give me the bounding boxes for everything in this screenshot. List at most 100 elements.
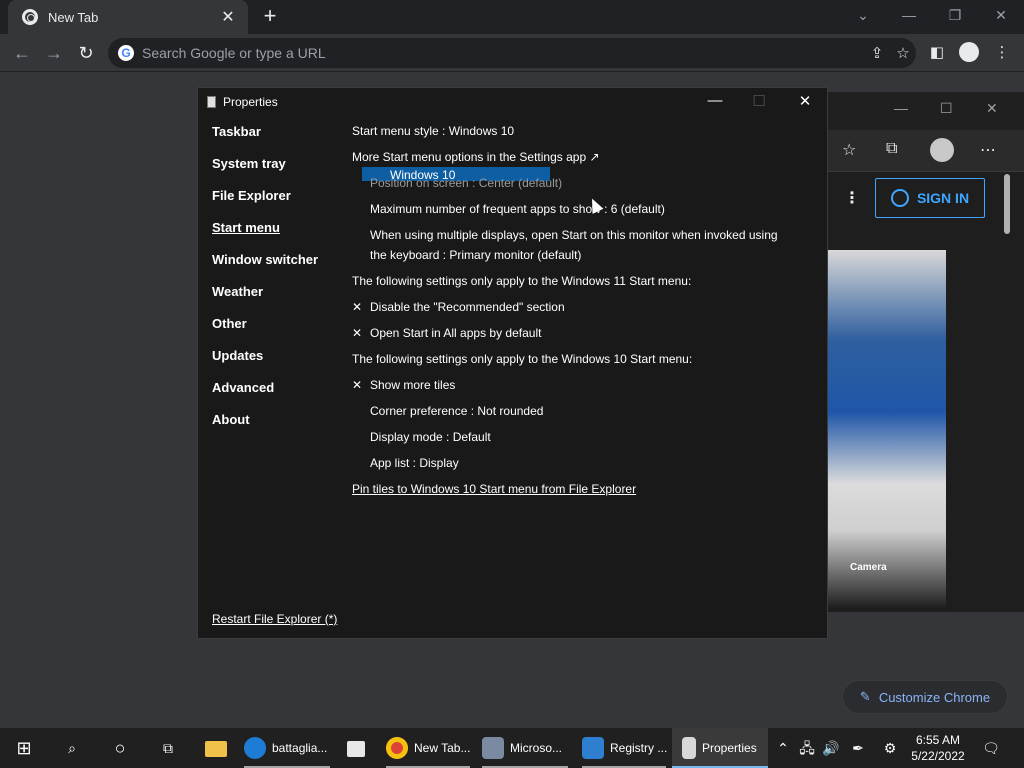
search-icon[interactable]: ⌕ bbox=[56, 728, 88, 768]
tab-new-tab[interactable]: New Tab ✕ bbox=[8, 0, 248, 34]
volume-icon[interactable]: 🔊 bbox=[820, 728, 842, 768]
google-icon: G bbox=[118, 45, 134, 61]
taskbar-clock[interactable]: 6:55 AM 5/22/2022 bbox=[908, 732, 968, 764]
sign-in-label: SIGN IN bbox=[916, 190, 970, 206]
reload-icon[interactable]: ↻ bbox=[73, 40, 99, 66]
nav-taskbar[interactable]: Taskbar bbox=[212, 124, 318, 156]
page-scrollbar[interactable] bbox=[1004, 174, 1010, 234]
favorites-icon[interactable]: ☆ bbox=[842, 140, 856, 160]
properties-app-icon bbox=[207, 96, 216, 108]
start-menu-style-option[interactable]: Start menu style : Windows 10 bbox=[352, 124, 514, 138]
action-center-icon[interactable]: 🗨 bbox=[978, 728, 1004, 768]
side-panel-icon[interactable]: ◧ bbox=[924, 40, 950, 66]
pen-workspace-icon[interactable]: ✒ bbox=[846, 728, 870, 768]
collections-icon[interactable]: ⧉ bbox=[886, 140, 897, 158]
dialog-maximize-icon: ☐ bbox=[752, 93, 766, 110]
microsoft-store-icon bbox=[482, 737, 504, 759]
edge-profile-icon[interactable] bbox=[930, 138, 954, 162]
dialog-close-icon[interactable]: ✕ bbox=[790, 92, 820, 110]
disable-recommended-option[interactable]: Disable the "Recommended" section bbox=[370, 300, 565, 314]
taskbar-item-microsoft-label: Microso... bbox=[510, 741, 563, 755]
task-view-icon[interactable]: ⧉ bbox=[152, 728, 184, 768]
new-tab-button[interactable]: + bbox=[258, 4, 282, 28]
clock-time: 6:55 AM bbox=[915, 733, 961, 747]
nav-about[interactable]: About bbox=[212, 412, 318, 444]
taskbar-item-edge[interactable]: battaglia... bbox=[244, 728, 334, 768]
multi-display-option-line2[interactable]: the keyboard : Primary monitor (default) bbox=[370, 248, 581, 262]
customize-chrome-button[interactable]: ✎ Customize Chrome bbox=[842, 680, 1008, 714]
app-list-option[interactable]: App list : Display bbox=[370, 456, 459, 470]
store-icon[interactable] bbox=[340, 728, 372, 768]
nav-file-explorer[interactable]: File Explorer bbox=[212, 188, 318, 220]
edge-maximize-icon[interactable]: ☐ bbox=[940, 100, 953, 117]
share-icon[interactable]: ⇪ bbox=[864, 44, 890, 62]
dialog-title: Properties bbox=[223, 95, 278, 109]
profile-avatar-icon[interactable] bbox=[959, 42, 979, 62]
bookmark-star-icon[interactable]: ☆ bbox=[890, 44, 916, 62]
settings-nav: Taskbar System tray File Explorer Start … bbox=[212, 124, 318, 444]
taskbar-item-registry[interactable]: Registry ... bbox=[582, 728, 668, 768]
nav-weather[interactable]: Weather bbox=[212, 284, 318, 316]
tab-close-icon[interactable]: ✕ bbox=[218, 7, 238, 27]
forward-icon[interactable]: → bbox=[41, 40, 67, 66]
chrome-icon bbox=[386, 737, 408, 759]
tab-strip: New Tab ✕ + ⌄ — ❐ ✕ bbox=[0, 0, 1024, 34]
clock-date: 5/22/2022 bbox=[911, 749, 965, 763]
show-hidden-icons-icon[interactable]: ⌃ bbox=[774, 728, 792, 768]
nav-advanced[interactable]: Advanced bbox=[212, 380, 318, 412]
chrome-favicon-icon bbox=[22, 9, 38, 25]
restart-explorer-link[interactable]: Restart File Explorer (*) bbox=[212, 612, 337, 626]
sign-in-button[interactable]: SIGN IN bbox=[875, 178, 985, 218]
page-menu-icon[interactable]: ⋮ bbox=[844, 188, 860, 208]
person-icon bbox=[890, 189, 909, 207]
nav-start-menu[interactable]: Start menu bbox=[212, 220, 318, 252]
omnibox[interactable]: G Search Google or type a URL ⇪ ☆ bbox=[108, 38, 916, 68]
video-thumbnail[interactable]: Camera bbox=[828, 250, 946, 610]
customize-label: Customize Chrome bbox=[878, 689, 991, 705]
taskbar-item-chrome[interactable]: New Tab... bbox=[386, 728, 474, 768]
corner-preference-option[interactable]: Corner preference : Not rounded bbox=[370, 404, 543, 418]
pin-tiles-link[interactable]: Pin tiles to Windows 10 Start menu from … bbox=[352, 482, 636, 496]
close-window-icon[interactable]: ✕ bbox=[978, 0, 1024, 30]
edge-minimize-icon[interactable]: — bbox=[894, 100, 908, 116]
cortana-icon[interactable]: ○ bbox=[104, 728, 136, 768]
settings-gear-icon[interactable]: ⚙ bbox=[878, 728, 902, 768]
edge-titlebar: — ☐ ✕ bbox=[828, 92, 1024, 130]
back-icon[interactable]: ← bbox=[9, 40, 35, 66]
tab-title: New Tab bbox=[48, 9, 99, 25]
show-more-tiles-option[interactable]: Show more tiles bbox=[370, 378, 455, 392]
settings-app-link[interactable]: More Start menu options in the Settings … bbox=[352, 150, 600, 164]
edge-toolbar: ☆ ⧉ ⋯ bbox=[828, 130, 1024, 172]
nav-other[interactable]: Other bbox=[212, 316, 318, 348]
omnibox-placeholder[interactable]: Search Google or type a URL bbox=[142, 45, 864, 61]
dropdown-selected-item[interactable]: Windows 10 bbox=[390, 168, 455, 182]
dialog-minimize-icon[interactable]: — bbox=[700, 92, 730, 109]
properties-dialog: Properties — ☐ ✕ Taskbar System tray Fil… bbox=[197, 87, 828, 639]
nav-window-switcher[interactable]: Window switcher bbox=[212, 252, 318, 284]
tab-search-icon[interactable]: ⌄ bbox=[840, 0, 886, 30]
display-mode-option[interactable]: Display mode : Default bbox=[370, 430, 491, 444]
taskbar-item-registry-label: Registry ... bbox=[610, 741, 668, 755]
nav-system-tray[interactable]: System tray bbox=[212, 156, 318, 188]
start-windows-icon[interactable]: ⊞ bbox=[8, 728, 40, 768]
edge-menu-icon[interactable]: ⋯ bbox=[980, 140, 996, 160]
multi-display-option-line1[interactable]: When using multiple displays, open Start… bbox=[370, 228, 778, 242]
taskbar-item-properties-label: Properties bbox=[702, 741, 757, 755]
chrome-menu-icon[interactable]: ⋮ bbox=[989, 40, 1015, 66]
minimize-icon[interactable]: — bbox=[886, 0, 932, 30]
pencil-icon: ✎ bbox=[859, 689, 871, 704]
edge-close-icon[interactable]: ✕ bbox=[986, 100, 998, 117]
taskbar-item-microsoft[interactable]: Microso... bbox=[482, 728, 572, 768]
file-explorer-icon[interactable] bbox=[200, 728, 232, 768]
network-icon[interactable]: 🖧 bbox=[796, 728, 818, 768]
restore-icon[interactable]: ❐ bbox=[932, 0, 978, 30]
nav-updates[interactable]: Updates bbox=[212, 348, 318, 380]
open-all-apps-option[interactable]: Open Start in All apps by default bbox=[370, 326, 541, 340]
taskbar-item-properties[interactable]: Properties bbox=[672, 728, 768, 768]
max-frequent-option[interactable]: Maximum number of frequent apps to show … bbox=[370, 202, 665, 216]
edge-window: — ☐ ✕ ☆ ⧉ ⋯ ⋮ SIGN IN Camera bbox=[828, 92, 1024, 612]
taskbar: ⊞ ⌕ ○ ⧉ battaglia... New Tab... Microso.… bbox=[0, 728, 1024, 768]
browser-toolbar: ← → ↻ G Search Google or type a URL ⇪ ☆ … bbox=[0, 34, 1024, 72]
dialog-titlebar: Properties — ☐ ✕ bbox=[198, 88, 827, 116]
taskbar-item-chrome-label: New Tab... bbox=[414, 741, 471, 755]
